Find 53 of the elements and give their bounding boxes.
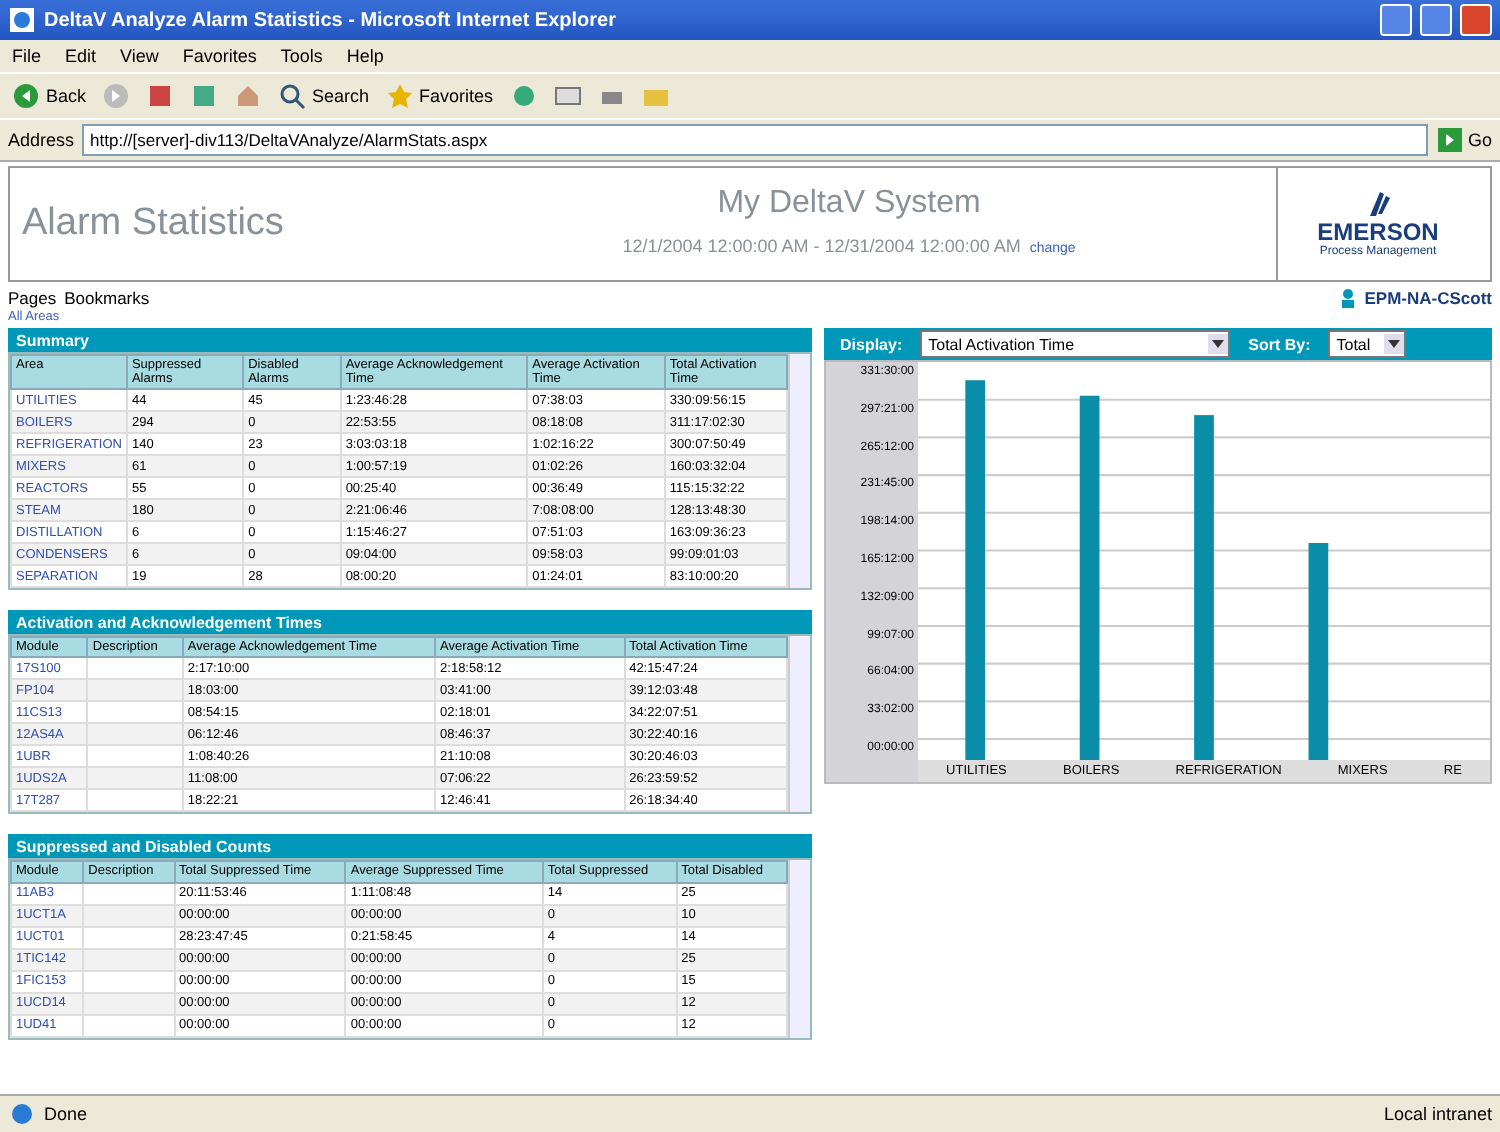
close-button[interactable]	[1460, 4, 1492, 36]
logo-icon	[1364, 190, 1392, 218]
go-icon[interactable]	[1435, 126, 1464, 154]
menu-item[interactable]: View	[120, 46, 159, 66]
star-icon[interactable]	[385, 82, 414, 110]
page-title: Alarm Statistics	[22, 202, 286, 246]
menu-item[interactable]: File	[12, 46, 42, 66]
scrollbar[interactable]	[788, 354, 810, 589]
back-button[interactable]: Back	[12, 82, 87, 110]
system-name: My DeltaV System	[717, 186, 981, 222]
caret-icon[interactable]	[1208, 334, 1229, 354]
logo-text: EMERSON	[1317, 218, 1439, 246]
menu-item[interactable]: Help	[346, 46, 384, 66]
panel-title: Summary	[8, 328, 812, 352]
table-cell	[87, 789, 183, 812]
scrollbar[interactable]	[788, 860, 810, 1038]
panel-title: Activation and Acknowledgement Times	[8, 610, 812, 635]
nav-link[interactable]: Pages	[8, 288, 57, 308]
table-cell	[83, 926, 174, 949]
menu-item[interactable]: Tools	[280, 46, 323, 66]
favorites-button[interactable]: Favorites	[385, 82, 494, 110]
browser-icon	[8, 6, 36, 34]
scrollbar[interactable]	[788, 636, 810, 813]
caret-icon[interactable]	[1384, 334, 1405, 354]
user-name: EPM-NA-CScott	[1364, 288, 1492, 308]
table-cell	[83, 970, 174, 993]
date-range: 12/1/2004 12:00:00 AM - 12/31/2004 12:00:00 AM	[622, 236, 1021, 256]
display-dropdown[interactable]: Total Activation Time	[920, 330, 1231, 358]
nav-link[interactable]: Bookmarks	[64, 288, 150, 308]
stop-icon[interactable]	[146, 82, 175, 110]
go-button[interactable]: Go	[1435, 126, 1492, 154]
search-button[interactable]: Search	[278, 82, 370, 110]
menu-item[interactable]: Favorites	[182, 46, 257, 66]
forward-icon[interactable]	[102, 82, 131, 110]
status-text: Done	[44, 1104, 88, 1124]
menu-item[interactable]: Edit	[65, 46, 97, 66]
table-cell	[83, 1014, 174, 1037]
search-icon[interactable]	[278, 82, 307, 110]
address-label: Address	[8, 130, 75, 150]
zone-text: Local intranet	[1383, 1104, 1492, 1124]
display-label: Display:	[838, 335, 905, 353]
back-icon[interactable]	[12, 82, 40, 110]
home-icon[interactable]	[234, 82, 263, 110]
sort-label: Sort By:	[1246, 335, 1313, 353]
address-field[interactable]: http://[server]-div113/DeltaVAnalyze/AlarmStats.aspx	[82, 124, 1428, 156]
user-icon	[1340, 288, 1357, 308]
panel-title: Suppressed and Disabled Counts	[8, 834, 812, 859]
table-cell	[83, 882, 174, 905]
minimize-button[interactable]	[1380, 4, 1412, 36]
maximize-button[interactable]	[1420, 4, 1452, 36]
sort-dropdown[interactable]: Total	[1328, 330, 1407, 358]
page-icon	[8, 1100, 36, 1128]
window-title: DeltaV Analyze Alarm Statistics - Microsoft Internet Explorer	[44, 9, 619, 31]
